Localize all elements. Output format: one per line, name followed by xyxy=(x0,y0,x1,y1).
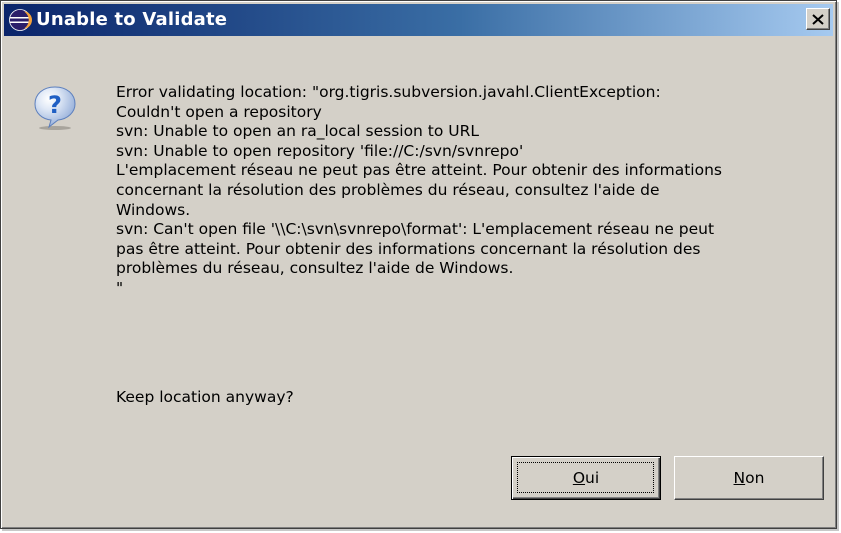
close-button[interactable] xyxy=(806,8,830,30)
oui-mnemonic: O xyxy=(572,469,586,487)
non-label-rest: on xyxy=(745,469,765,487)
error-message: Error validating location: "org.tigris.s… xyxy=(116,83,828,299)
message-line: Error validating location: "org.tigris.s… xyxy=(116,83,661,101)
question-icon: ? xyxy=(34,86,76,130)
non-button[interactable]: Non xyxy=(674,456,824,500)
window-title: Unable to Validate xyxy=(36,9,228,30)
message-line: Couldn't open a repository xyxy=(116,102,322,121)
close-icon xyxy=(812,13,824,25)
prompt-text: Keep location anyway? xyxy=(116,388,294,406)
non-mnemonic: N xyxy=(733,469,746,487)
oui-label-rest: ui xyxy=(585,469,600,487)
title-bar[interactable]: Unable to Validate xyxy=(4,4,833,36)
message-line: " xyxy=(116,278,124,297)
message-line: Windows. xyxy=(116,200,191,219)
message-line: pas être atteint. Pour obtenir des infor… xyxy=(116,239,701,258)
dialog-window: Unable to Validate ? Error validating lo… xyxy=(0,0,837,529)
svg-text:?: ? xyxy=(48,91,62,119)
message-line: svn: Unable to open repository 'file://C… xyxy=(116,141,524,160)
message-line: concernant la résolution des problèmes d… xyxy=(116,180,660,199)
message-line: svn: Unable to open an ra_local session … xyxy=(116,122,480,141)
non-button-label: Non xyxy=(734,469,765,487)
message-line: L'emplacement réseau ne peut pas être at… xyxy=(116,161,722,180)
message-line: svn: Can't open file '\\C:\svn\svnrepo\f… xyxy=(116,220,715,239)
message-line: problèmes du réseau, consultez l'aide de… xyxy=(116,259,514,278)
eclipse-icon xyxy=(9,9,32,31)
oui-button[interactable]: Oui xyxy=(511,456,661,500)
oui-button-label: Oui xyxy=(573,469,599,487)
